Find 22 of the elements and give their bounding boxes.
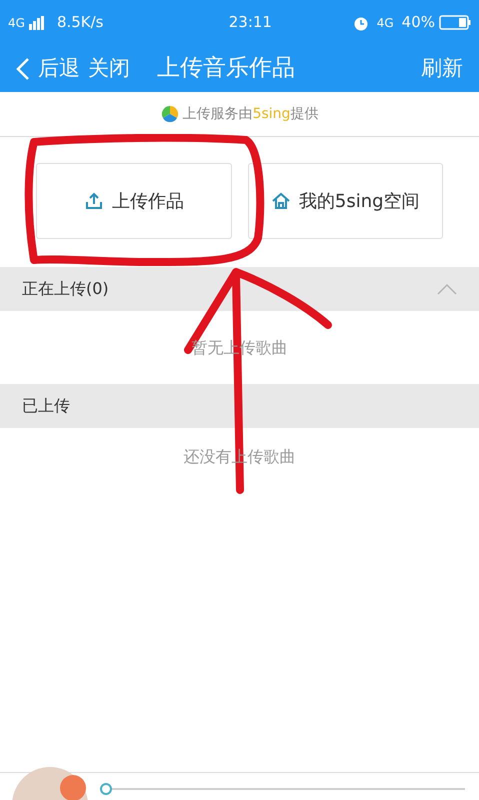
upload-button[interactable]: 上传作品	[36, 163, 232, 239]
network-speed: 8.5K/s	[56, 12, 104, 34]
provider-text: 上传服务由5sing提供	[182, 104, 318, 124]
empty-message: 还没有上传歌曲	[184, 446, 296, 468]
progress-thumb[interactable]	[100, 783, 112, 795]
chevron-up-icon	[437, 283, 457, 295]
section-header[interactable]: 正在上传(0)	[0, 267, 479, 311]
signal-icon	[28, 16, 45, 30]
section-title: 正在上传(0)	[22, 278, 109, 300]
page-title: 上传音乐作品	[157, 54, 295, 84]
home-icon	[270, 191, 291, 211]
back-chevron-icon	[16, 56, 30, 80]
battery-icon	[439, 15, 471, 30]
upload-icon	[84, 191, 104, 211]
network-label: 4G	[376, 14, 394, 32]
network-label: 4G	[8, 14, 25, 32]
clock-time: 23:11	[228, 12, 272, 34]
battery-percent: 40%	[402, 12, 435, 34]
space-button[interactable]: 我的5sing空间	[248, 163, 443, 239]
alarm-icon	[352, 14, 369, 30]
section-title: 已上传	[22, 395, 70, 417]
logo-icon	[160, 105, 179, 123]
